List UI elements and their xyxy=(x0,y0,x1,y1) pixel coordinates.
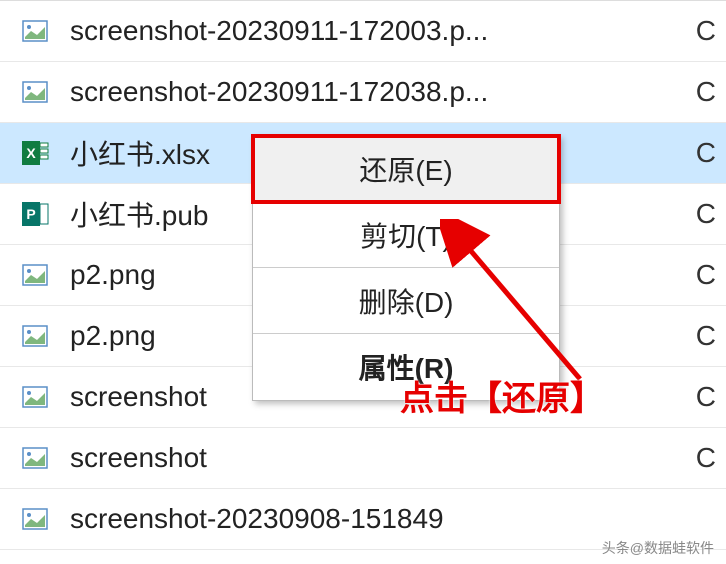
file-attr: C xyxy=(686,381,726,413)
file-row[interactable]: screenshot-20230911-172038.p... C xyxy=(0,62,726,123)
menu-item-label: 删除(D) xyxy=(359,281,454,321)
file-attr: C xyxy=(686,320,726,352)
watermark: 头条@数据蛙软件 xyxy=(602,538,714,558)
excel-file-icon: X xyxy=(18,136,52,170)
file-name: screenshot-20230911-172038.p... xyxy=(70,76,686,108)
image-file-icon xyxy=(18,14,52,48)
file-name: screenshot xyxy=(70,442,686,474)
image-file-icon xyxy=(18,380,52,414)
file-name: screenshot-20230911-172003.p... xyxy=(70,15,686,47)
file-attr: C xyxy=(686,442,726,474)
image-file-icon xyxy=(18,319,52,353)
image-file-icon xyxy=(18,502,52,536)
file-attr: C xyxy=(686,15,726,47)
file-name: screenshot-20230908-151849 xyxy=(70,503,686,535)
file-row[interactable]: screenshot C xyxy=(0,428,726,489)
menu-item-delete[interactable]: 删除(D) xyxy=(253,268,559,334)
menu-item-cut[interactable]: 剪切(T) xyxy=(253,202,559,268)
annotation-text: 点击【还原】 xyxy=(400,371,604,420)
svg-text:X: X xyxy=(26,145,36,161)
image-file-icon xyxy=(18,75,52,109)
svg-text:P: P xyxy=(26,206,35,222)
menu-item-label: 还原(E) xyxy=(359,149,452,189)
file-attr: C xyxy=(686,198,726,230)
file-attr: C xyxy=(686,137,726,169)
image-file-icon xyxy=(18,258,52,292)
context-menu: 还原(E) 剪切(T) 删除(D) 属性(R) xyxy=(252,135,560,401)
publisher-file-icon: P xyxy=(18,197,52,231)
file-attr: C xyxy=(686,259,726,291)
file-row[interactable]: screenshot-20230911-172003.p... C xyxy=(0,1,726,62)
menu-item-label: 剪切(T) xyxy=(360,215,452,255)
image-file-icon xyxy=(18,441,52,475)
file-attr: C xyxy=(686,76,726,108)
menu-item-restore[interactable]: 还原(E) xyxy=(253,136,559,202)
